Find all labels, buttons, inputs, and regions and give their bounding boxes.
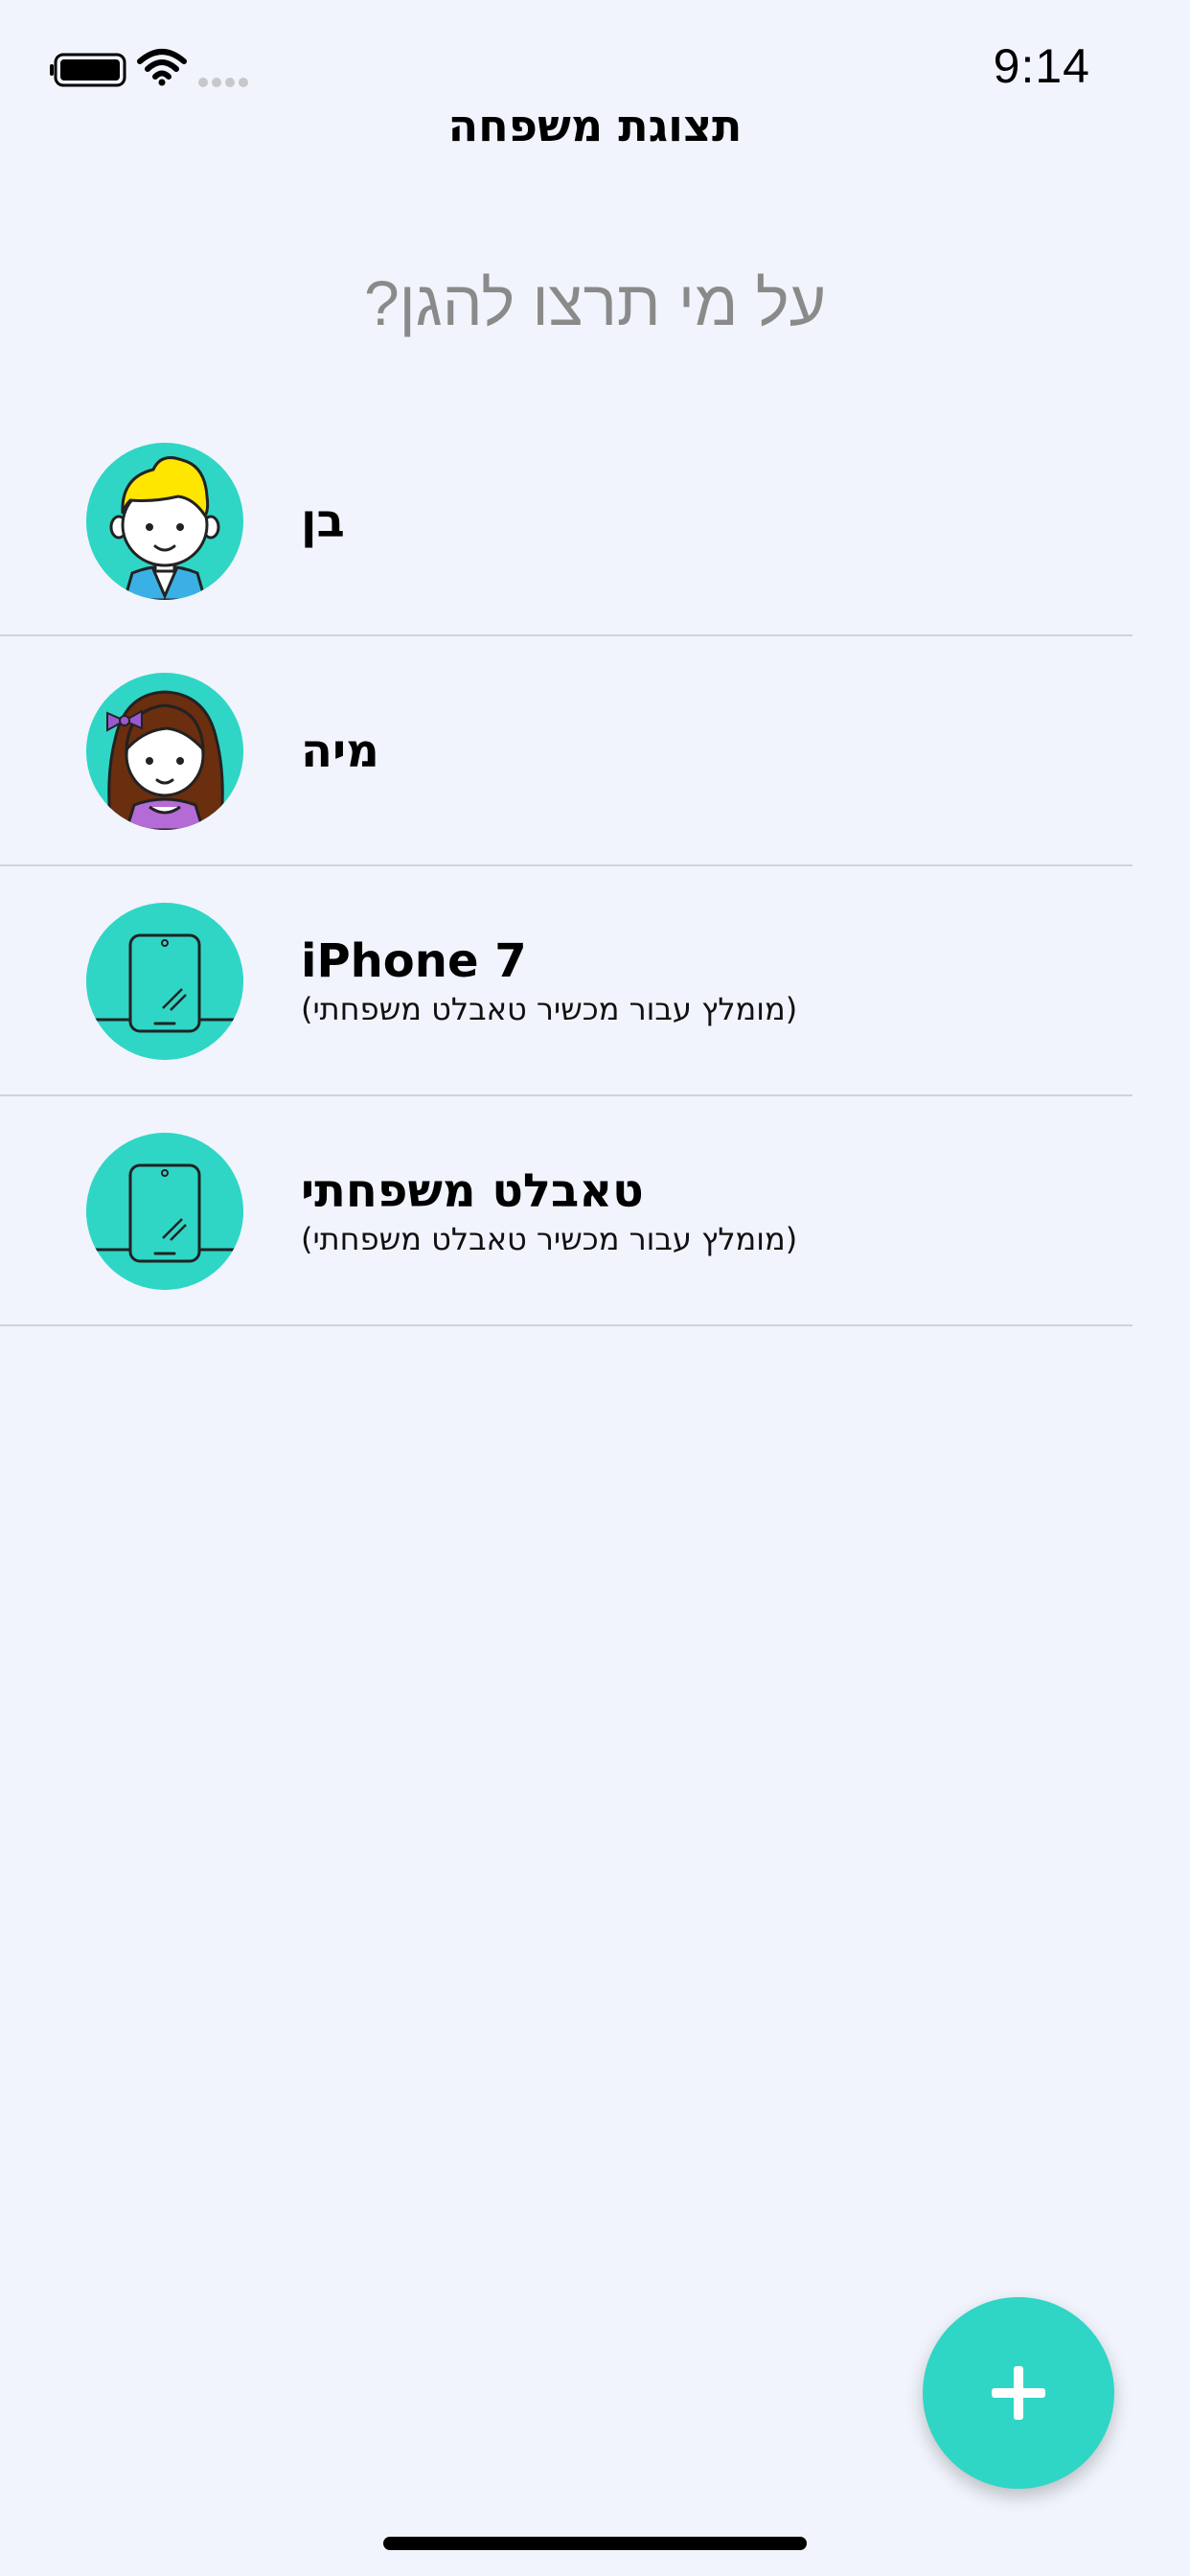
member-row-family-tablet[interactable]: טאבלט משפחתי (מומלץ עבור מכשיר טאבלט משפ… [0,1096,1190,1326]
member-text: בן [301,406,1067,636]
member-name: מיה [301,724,379,778]
add-member-button[interactable] [923,2297,1114,2489]
row-divider [0,1324,1133,1326]
member-name: iPhone 7 [301,934,527,988]
member-row-mia[interactable]: מיה [0,636,1190,866]
member-name: טאבלט משפחתי [301,1164,644,1218]
girl-avatar-icon [86,673,243,830]
member-text: iPhone 7 (מומלץ עבור מכשיר טאבלט משפחתי) [301,866,1067,1096]
family-member-list: בן מיה iPhone 7 (מומלץ עבור מכשיר טאבלט … [0,406,1190,1326]
member-row-iphone[interactable]: iPhone 7 (מומלץ עבור מכשיר טאבלט משפחתי) [0,866,1190,1096]
tablet-icon [86,903,243,1060]
wifi-icon [136,48,188,90]
status-bar: 9:14 [0,0,1190,115]
status-time: 9:14 [993,39,1090,93]
member-text: טאבלט משפחתי (מומלץ עבור מכשיר טאבלט משפ… [301,1096,1067,1326]
member-row-ben[interactable]: בן [0,406,1190,636]
protect-prompt: על מי תרצו להגן? [363,267,827,338]
member-subtitle: (מומלץ עבור מכשיר טאבלט משפחתי) [301,1221,798,1257]
plus-icon [992,2366,1045,2420]
boy-avatar-icon [86,443,243,600]
member-subtitle: (מומלץ עבור מכשיר טאבלט משפחתי) [301,991,798,1027]
member-text: מיה [301,636,1067,866]
signal-icon [197,75,255,93]
home-indicator[interactable] [383,2537,807,2550]
tablet-icon [86,1133,243,1290]
page-title: תצוגת משפחה [447,100,743,151]
battery-icon [50,53,128,91]
member-name: בן [301,494,345,548]
